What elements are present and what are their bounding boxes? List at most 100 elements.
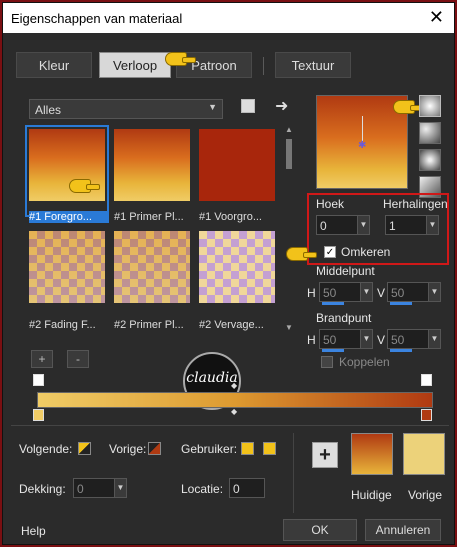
chevron-down-icon[interactable]: ▼ (428, 330, 440, 348)
dekking-label: Dekking: (19, 482, 66, 496)
pointing-hand-icon (165, 52, 196, 66)
middel-v-level (390, 302, 412, 305)
rectangular-style-button[interactable] (419, 122, 441, 144)
section-divider (293, 433, 294, 513)
dialog-title: Eigenschappen van materiaal (11, 11, 183, 26)
pointing-hand-icon (393, 100, 424, 114)
add-to-swatches-button[interactable]: + (312, 442, 338, 468)
chevron-down-icon[interactable]: ▼ (360, 283, 372, 301)
omkeren-checkbox[interactable]: ✓ (324, 246, 336, 258)
color-stop-right[interactable] (421, 409, 432, 421)
arrow-right-icon[interactable]: ➜ (275, 96, 288, 116)
herhalingen-spinner[interactable]: 1 ▼ (385, 215, 439, 235)
brand-h-value: 50 (323, 333, 337, 347)
opacity-stop-left[interactable] (33, 374, 44, 386)
koppelen-checkbox[interactable] (321, 356, 333, 368)
brandpunt-v-spinner[interactable]: 50 ▼ (387, 329, 441, 352)
ok-button[interactable]: OK (283, 519, 357, 541)
tab-verloop[interactable]: Verloop (99, 52, 171, 78)
locatie-label: Locatie: (181, 482, 224, 496)
cancel-button[interactable]: Annuleren (365, 519, 441, 541)
gradient-swatch (29, 129, 105, 201)
gradient-thumb-6[interactable] (197, 229, 277, 317)
gradient-thumbnail-grid: #1 Foregro... #1 Primer Pl... #1 Voorgro… (25, 123, 283, 338)
dekking-spinner[interactable]: 0 ▼ (73, 478, 127, 498)
gradient-swatch (199, 231, 275, 303)
tab-bar: Kleur Verloop Patroon Textuur (13, 52, 443, 80)
category-value: Alles (35, 103, 62, 117)
thumb-label: #2 Fading F... (29, 319, 96, 331)
thumb-label: #2 Primer Pl... (114, 319, 184, 331)
gradient-thumb-5[interactable] (112, 229, 192, 317)
gradient-style-buttons (419, 95, 441, 203)
gradient-swatch (114, 129, 190, 201)
tab-textuur[interactable]: Textuur (275, 52, 351, 78)
list-view-icon[interactable] (241, 99, 255, 113)
gradient-thumb-2[interactable] (112, 127, 192, 215)
gradient-swatch (29, 231, 105, 303)
gradient-thumb-3[interactable] (197, 127, 277, 215)
brand-v-level (390, 349, 412, 352)
vorige-material-label: Vorige (408, 488, 443, 502)
dekking-value: 0 (77, 482, 84, 496)
gradient-category-select[interactable]: Alles ▼ (29, 99, 223, 119)
chevron-down-icon[interactable]: ▼ (428, 283, 440, 301)
center-point-icon[interactable]: ✱ (358, 140, 366, 151)
previous-material-swatch[interactable] (403, 433, 445, 475)
gradient-swatch (199, 129, 275, 201)
radial-style-button[interactable] (419, 149, 441, 171)
pointing-hand-icon (286, 247, 317, 261)
scroll-up-icon[interactable]: ▲ (285, 125, 293, 134)
add-stop-button[interactable]: + (31, 350, 53, 368)
middelpunt-h-spinner[interactable]: 50 ▼ (319, 282, 373, 305)
middelpunt-v-spinner[interactable]: 50 ▼ (387, 282, 441, 305)
brand-h-level (322, 349, 344, 352)
thumb-label: #1 Voorgro... (199, 211, 262, 223)
chevron-down-icon[interactable]: ▼ (426, 216, 438, 234)
user-color-swatch-1[interactable] (241, 442, 254, 455)
tab-separator (263, 57, 264, 75)
chevron-down-icon[interactable]: ▼ (357, 216, 369, 234)
current-material-swatch (351, 433, 393, 475)
brandpunt-label: Brandpunt (316, 311, 372, 325)
background-color-swatch[interactable] (148, 442, 161, 455)
huidige-label: Huidige (351, 488, 392, 502)
close-icon[interactable]: ✕ (429, 7, 444, 28)
title-bar: Eigenschappen van materiaal ✕ (3, 3, 454, 33)
chevron-down-icon[interactable]: ▼ (114, 479, 126, 497)
opacity-stop-right[interactable] (421, 374, 432, 386)
material-properties-dialog: Eigenschappen van materiaal ✕ Kleur Verl… (2, 2, 455, 545)
middel-v-label: V (377, 286, 386, 300)
pointing-hand-icon (69, 179, 100, 193)
gradient-preview[interactable]: ✱ (316, 95, 424, 189)
gradient-bar[interactable] (37, 392, 433, 408)
color-stop-left[interactable] (33, 409, 44, 421)
tab-kleur[interactable]: Kleur (16, 52, 92, 78)
brandpunt-h-spinner[interactable]: 50 ▼ (319, 329, 373, 352)
user-color-swatch-2[interactable] (263, 442, 276, 455)
gebruiker-label: Gebruiker: (181, 442, 238, 456)
hoek-value: 0 (320, 219, 327, 233)
omkeren-label: Omkeren (341, 245, 391, 259)
herhalingen-value: 1 (389, 219, 396, 233)
scroll-down-icon[interactable]: ▼ (285, 323, 293, 332)
tab-patroon[interactable]: Patroon (176, 52, 252, 78)
gradient-thumb-4[interactable] (27, 229, 107, 317)
midpoint-marker-icon[interactable]: ◆ (231, 407, 237, 416)
linear-style-button[interactable] (419, 95, 441, 117)
thumb-label: #2 Vervage... (199, 319, 264, 331)
gradient-swatch (114, 231, 190, 303)
section-divider (11, 425, 449, 426)
chevron-down-icon[interactable]: ▼ (360, 330, 372, 348)
locatie-field[interactable]: 0 (229, 478, 265, 498)
help-link[interactable]: Help (21, 524, 46, 538)
hoek-spinner[interactable]: 0 ▼ (316, 215, 370, 235)
middel-h-level (322, 302, 344, 305)
foreground-color-swatch[interactable] (78, 442, 91, 455)
scroll-thumb[interactable] (286, 139, 292, 169)
thumbnail-scrollbar[interactable]: ▲ ▼ (283, 123, 295, 338)
chevron-down-icon: ▼ (208, 102, 217, 112)
midpoint-marker-icon[interactable]: ◆ (231, 381, 237, 390)
gradient-thumb-1[interactable] (25, 125, 109, 217)
remove-stop-button[interactable]: - (67, 350, 89, 368)
